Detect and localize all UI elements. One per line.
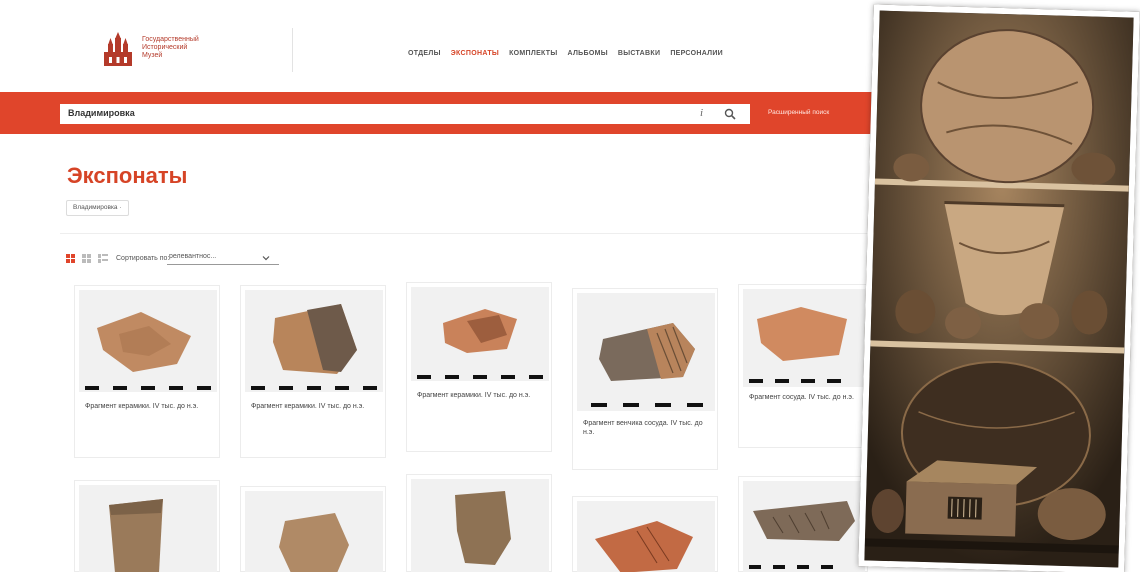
search-input[interactable]: Владимировка i xyxy=(60,104,750,124)
filter-chip[interactable]: Владимировка · xyxy=(66,200,129,216)
small-grid-view-icon[interactable] xyxy=(82,254,92,264)
site-header: Государственный Исторический Музей ОТДЕЛ… xyxy=(60,22,890,86)
exhibit-image xyxy=(79,485,217,572)
logo-line: Музей xyxy=(142,52,163,59)
exhibit-image xyxy=(743,481,865,572)
main-nav: ОТДЕЛЫ ЭКСПОНАТЫ КОМПЛЕКТЫ АЛЬБОМЫ ВЫСТА… xyxy=(408,50,723,57)
search-bar: Владимировка i Расширенный поиск xyxy=(0,92,900,134)
nav-item-departments[interactable]: ОТДЕЛЫ xyxy=(408,50,441,57)
nav-item-exhibitions[interactable]: ВЫСТАВКИ xyxy=(618,50,660,57)
exhibit-card[interactable]: Фрагмент керамики. IV тыс. до н.э. xyxy=(74,285,220,458)
sort-select[interactable]: релевантнос... xyxy=(167,251,279,265)
grid-view-icon[interactable] xyxy=(66,254,76,264)
exhibit-image xyxy=(577,293,715,411)
exhibit-title: Фрагмент сосуда. IV тыс. до н.э. xyxy=(749,394,854,401)
nav-item-exhibits[interactable]: ЭКСПОНАТЫ xyxy=(451,50,499,57)
header-divider xyxy=(292,28,293,72)
exhibit-image xyxy=(79,290,217,392)
exhibit-card[interactable] xyxy=(240,486,386,572)
search-icon[interactable] xyxy=(724,108,736,120)
exhibit-image xyxy=(411,287,549,381)
nav-item-albums[interactable]: АЛЬБОМЫ xyxy=(568,50,608,57)
exhibit-image xyxy=(245,491,383,572)
exhibit-title: Фрагмент венчика сосуда. IV тыс. до н.э. xyxy=(583,420,703,436)
exhibit-image xyxy=(245,290,383,392)
logo-icon xyxy=(104,32,132,66)
logo-line: Исторический xyxy=(142,44,188,51)
exhibit-title: Фрагмент керамики. IV тыс. до н.э. xyxy=(85,403,199,410)
sort-select-value: релевантнос... xyxy=(169,253,217,260)
display-case-photo xyxy=(858,4,1140,572)
museum-logo[interactable]: Государственный Исторический Музей xyxy=(102,32,302,76)
sort-label: Сортировать по: xyxy=(116,255,170,262)
nav-item-sets[interactable]: КОМПЛЕКТЫ xyxy=(509,50,557,57)
exhibit-card[interactable]: Фрагмент керамики. IV тыс. до н.э. xyxy=(406,282,552,452)
exhibit-title: Фрагмент керамики. IV тыс. до н.э. xyxy=(251,403,365,410)
exhibit-card[interactable]: Фрагмент венчика сосуда. IV тыс. до н.э. xyxy=(572,288,718,470)
nav-item-persons[interactable]: ПЕРСОНАЛИИ xyxy=(670,50,723,57)
list-view-icon[interactable] xyxy=(98,254,108,264)
exhibit-card[interactable] xyxy=(74,480,220,572)
exhibit-card[interactable] xyxy=(572,496,718,572)
logo-line: Государственный xyxy=(142,36,199,43)
exhibit-image xyxy=(743,289,865,387)
exhibit-image xyxy=(577,501,715,572)
exhibit-card[interactable] xyxy=(406,474,552,572)
exhibit-image xyxy=(411,479,549,572)
exhibit-card[interactable]: Фрагмент керамики. IV тыс. до н.э. xyxy=(240,285,386,458)
logo-text: Государственный Исторический Музей xyxy=(142,36,262,60)
exhibit-card[interactable]: Фрагмент сосуда. IV тыс. до н.э. xyxy=(738,284,868,448)
advanced-search-link[interactable]: Расширенный поиск xyxy=(768,109,829,116)
page-title: Экспонаты xyxy=(67,163,188,188)
search-input-value: Владимировка xyxy=(68,108,135,118)
info-icon[interactable]: i xyxy=(700,107,703,119)
section-divider xyxy=(60,233,880,234)
exhibit-title: Фрагмент керамики. IV тыс. до н.э. xyxy=(417,392,531,399)
chevron-down-icon xyxy=(262,256,270,261)
exhibit-card[interactable] xyxy=(738,476,868,572)
